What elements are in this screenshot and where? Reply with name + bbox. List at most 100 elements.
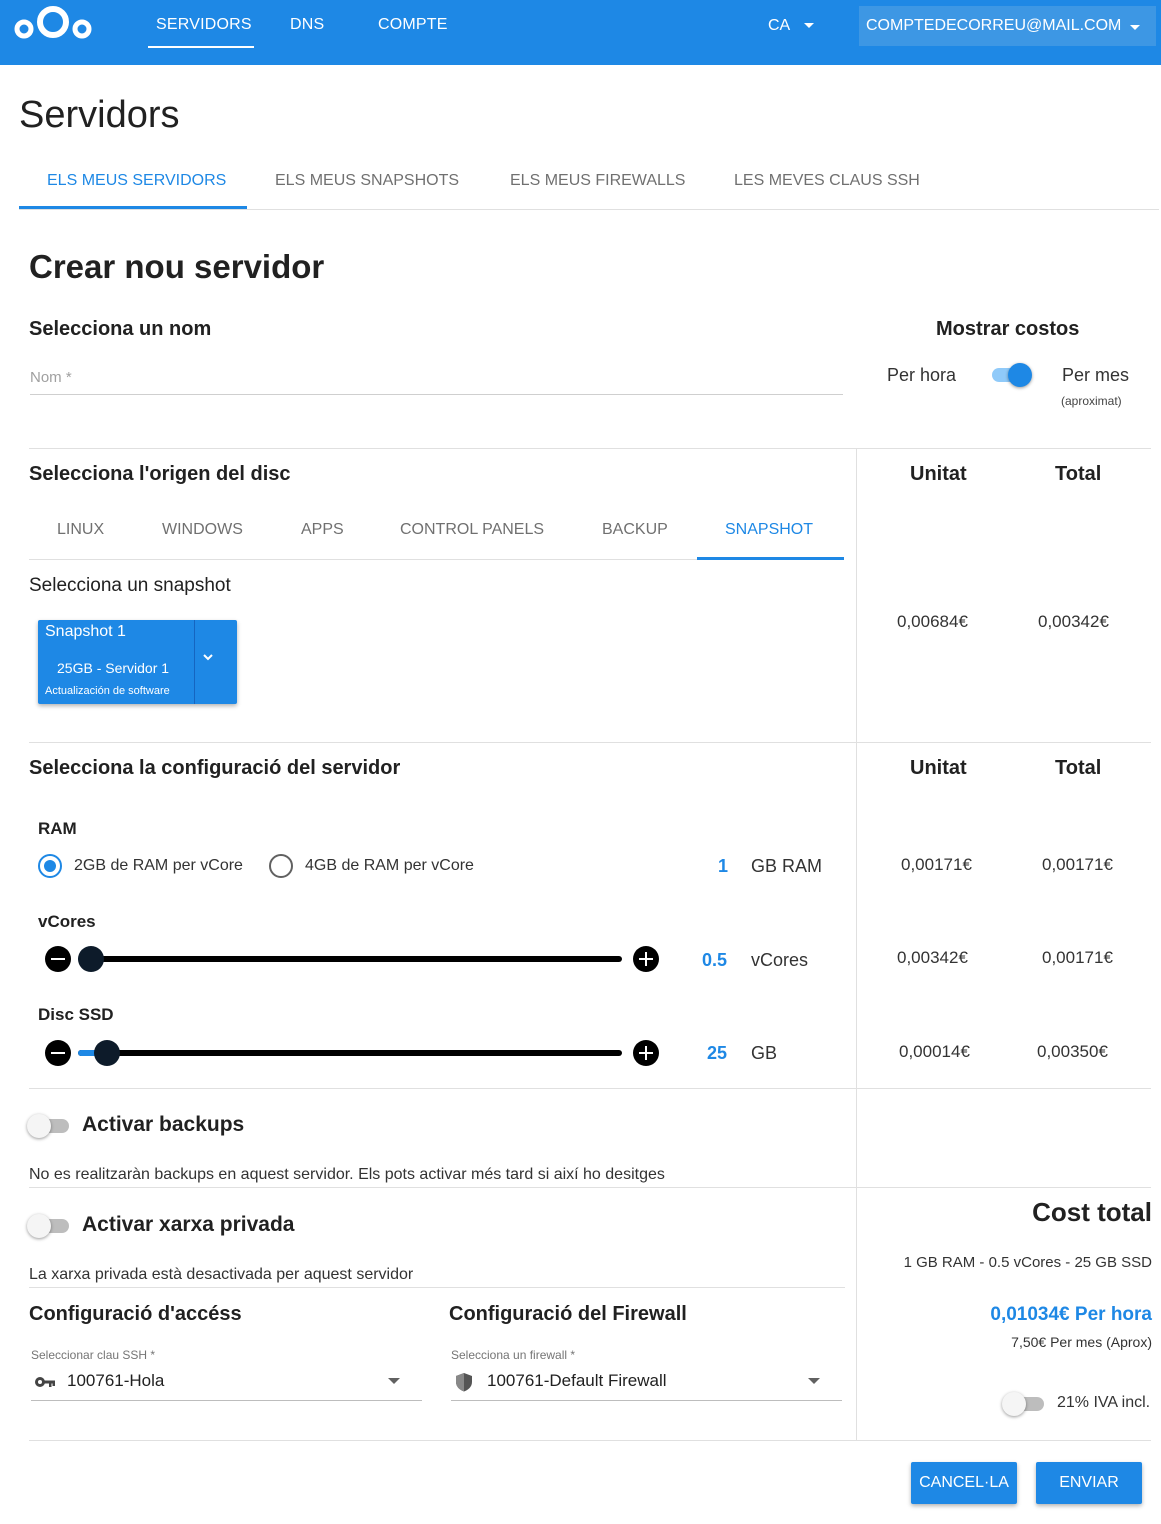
unit-header: Unitat <box>910 463 967 485</box>
backups-title: Activar backups <box>82 1113 245 1136</box>
total-header: Total <box>1055 757 1102 779</box>
disk-tab-active-indicator <box>697 557 844 560</box>
vcores-slider-thumb[interactable] <box>78 946 104 972</box>
snapshot-name: Snapshot 1 <box>45 623 126 640</box>
name-section-title: Selecciona un nom <box>29 318 212 340</box>
disk-decrease-button[interactable] <box>45 1040 71 1066</box>
toggle-knob <box>1002 1392 1026 1416</box>
divider <box>29 742 1151 743</box>
vcores-unit-price: 0,00342€ <box>897 948 968 967</box>
snapshot-button-divider <box>194 620 195 704</box>
account-menu[interactable]: COMPTEDECORREU@MAIL.COM <box>859 6 1156 46</box>
cost-period-toggle[interactable] <box>988 363 1034 387</box>
column-divider <box>856 448 857 1441</box>
vcores-decrease-button[interactable] <box>45 946 71 972</box>
nextcloud-logo-icon[interactable] <box>12 4 94 40</box>
private-network-toggle[interactable] <box>27 1214 73 1238</box>
firewall-select[interactable]: 100761-Default Firewall <box>451 1363 842 1401</box>
ram-value: 1 <box>717 856 728 876</box>
toggle-knob <box>27 1214 51 1238</box>
disk-total-price: 0,00342€ <box>1038 612 1109 631</box>
tab-my-firewalls[interactable]: ELS MEUS FIREWALLS <box>510 172 685 190</box>
tab-backup[interactable]: BACKUP <box>602 521 668 539</box>
total-cost-per-month: 7,50€ Per mes (Aprox) <box>1011 1334 1152 1350</box>
tab-my-ssh-keys[interactable]: LES MEVES CLAUS SSH <box>734 172 920 190</box>
ram-option-2gb-radio[interactable] <box>38 854 62 878</box>
nav-active-indicator <box>148 46 254 48</box>
chevron-down-icon[interactable] <box>201 650 215 664</box>
total-cost-per-hour: 0,01034€ Per hora <box>990 1304 1152 1325</box>
caret-down-icon <box>1130 25 1140 30</box>
nav-compte[interactable]: COMPTE <box>378 16 448 34</box>
private-network-description: La xarxa privada està desactivada per aq… <box>29 1266 414 1283</box>
disk-value: 25 <box>706 1043 727 1063</box>
firewall-value: 100761-Default Firewall <box>487 1371 667 1390</box>
ram-option-2gb-label[interactable]: 2GB de RAM per vCore <box>74 857 243 875</box>
ram-option-4gb-label[interactable]: 4GB de RAM per vCore <box>305 857 474 875</box>
disk-ssd-unit-price: 0,00014€ <box>899 1042 970 1061</box>
snapshot-note: Actualización de software <box>45 685 170 697</box>
unit-header: Unitat <box>910 757 967 779</box>
per-month-label: Per mes <box>1062 365 1130 385</box>
cancel-button[interactable]: CANCEL·LA <box>911 1462 1017 1504</box>
ssh-key-select[interactable]: 100761-Hola <box>31 1363 422 1401</box>
divider <box>29 1287 845 1288</box>
divider <box>29 448 1151 449</box>
tab-linux[interactable]: LINUX <box>57 521 104 539</box>
account-email: COMPTEDECORREU@MAIL.COM <box>866 17 1122 34</box>
ram-unit: GB RAM <box>751 856 823 876</box>
divider <box>29 1088 1151 1089</box>
disk-increase-button[interactable] <box>633 1040 659 1066</box>
vcores-value: 0.5 <box>701 950 727 970</box>
iva-toggle[interactable] <box>1002 1392 1048 1416</box>
access-section-title: Configuració d'accéss <box>29 1303 242 1325</box>
tab-my-snapshots[interactable]: ELS MEUS SNAPSHOTS <box>275 172 459 190</box>
language-selector[interactable]: CA <box>768 17 815 35</box>
disk-section-title: Selecciona l'origen del disc <box>29 463 291 485</box>
page-title: Servidors <box>19 94 180 136</box>
tab-snapshot[interactable]: SNAPSHOT <box>725 521 813 539</box>
disk-slider-thumb[interactable] <box>93 1040 120 1066</box>
snapshot-detail: 25GB - Servidor 1 <box>57 660 170 676</box>
main-tabs: ELS MEUS SERVIDORS ELS MEUS SNAPSHOTS EL… <box>19 160 1159 210</box>
snapshot-label: Selecciona un snapshot <box>29 575 231 596</box>
key-icon <box>35 1377 55 1387</box>
toggle-knob <box>1008 363 1032 387</box>
total-header: Total <box>1055 463 1102 485</box>
disk-slider-track[interactable] <box>78 1050 622 1056</box>
tab-my-servers[interactable]: ELS MEUS SERVIDORS <box>47 172 226 190</box>
nav-dns[interactable]: DNS <box>290 16 324 34</box>
disk-unit-price: 0,00684€ <box>897 612 968 631</box>
vcores-label: vCores <box>38 912 96 931</box>
vcores-total-price: 0,00171€ <box>1042 948 1113 967</box>
name-input[interactable] <box>30 362 843 395</box>
total-cost-summary: 1 GB RAM - 0.5 vCores - 25 GB SSD <box>903 1254 1152 1271</box>
top-bar: SERVIDORS DNS COMPTE CA COMPTEDECORREU@M… <box>0 0 1161 65</box>
tab-windows[interactable]: WINDOWS <box>162 521 243 539</box>
divider <box>29 1440 1151 1441</box>
caret-down-icon <box>388 1378 400 1384</box>
approx-note: (aproximat) <box>1061 394 1122 408</box>
tab-control-panels[interactable]: CONTROL PANELS <box>400 521 544 539</box>
caret-down-icon <box>808 1378 820 1384</box>
toggle-knob <box>27 1114 51 1138</box>
tab-apps[interactable]: APPS <box>301 521 344 539</box>
vcores-increase-button[interactable] <box>633 946 659 972</box>
language-label: CA <box>768 17 791 34</box>
ssh-key-label: Seleccionar clau SSH * <box>31 1348 156 1362</box>
form-title: Crear nou servidor <box>29 248 325 285</box>
snapshot-select-button[interactable]: Snapshot 1 25GB - Servidor 1 Actualizaci… <box>38 620 237 704</box>
submit-button[interactable]: ENVIAR <box>1036 1462 1142 1504</box>
ram-unit-price: 0,00171€ <box>901 855 972 874</box>
ram-option-4gb-radio[interactable] <box>269 854 293 878</box>
shield-icon <box>456 1373 472 1392</box>
nav-servidors[interactable]: SERVIDORS <box>156 16 252 34</box>
vcores-slider-track[interactable] <box>78 956 622 962</box>
vcores-unit: vCores <box>751 950 809 970</box>
firewall-section-title: Configuració del Firewall <box>449 1303 687 1325</box>
backups-toggle[interactable] <box>27 1114 73 1138</box>
ram-total-price: 0,00171€ <box>1042 855 1113 874</box>
disk-origin-tabs: LINUX WINDOWS APPS CONTROL PANELS BACKUP… <box>29 505 844 560</box>
total-cost-title: Cost total <box>1032 1197 1152 1227</box>
ssh-key-value: 100761-Hola <box>67 1371 165 1390</box>
